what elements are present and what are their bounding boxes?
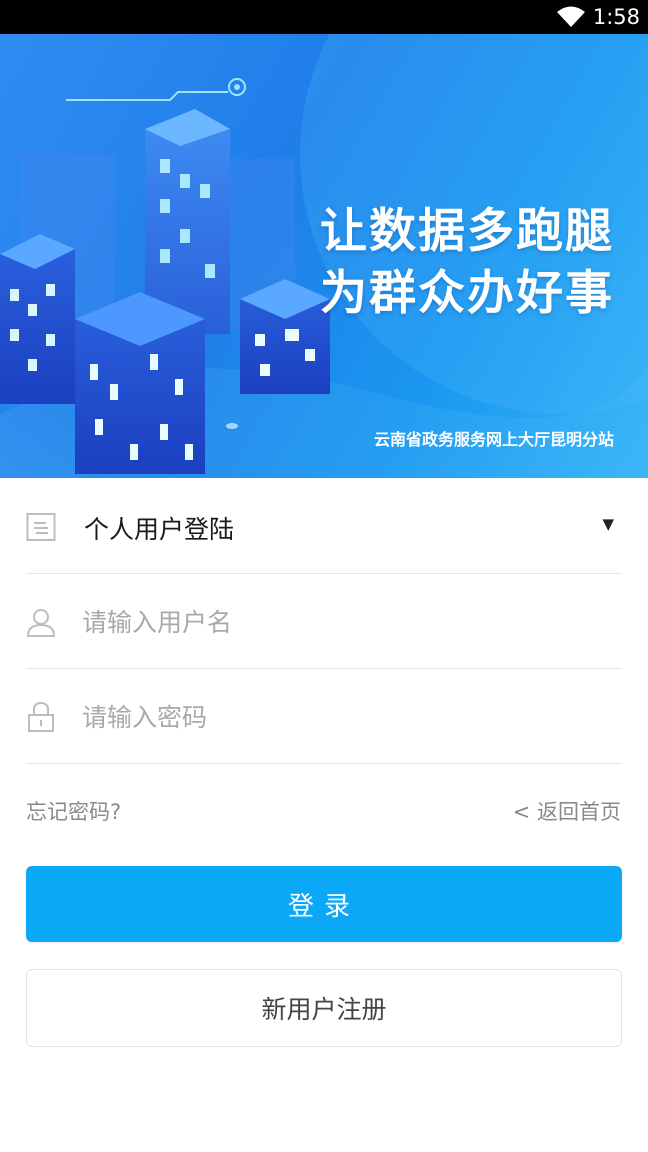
password-row: [26, 669, 622, 764]
slogan-line-2: 为群众办好事: [320, 266, 614, 321]
user-type-select[interactable]: 个人用户登陆 ▼: [26, 479, 622, 574]
hero-banner: 让数据多跑腿 为群众办好事 云南省政务服务网上大厅昆明分站: [0, 34, 648, 478]
status-time: 1:58: [592, 5, 640, 29]
slogan-line-1: 让数据多跑腿: [320, 204, 614, 259]
forgot-password-link[interactable]: 忘记密码?: [26, 796, 121, 826]
banner-subtitle: 云南省政务服务网上大厅昆明分站: [373, 430, 614, 449]
password-input[interactable]: [80, 693, 604, 741]
username-row: [26, 574, 622, 669]
caret-down-icon: ▼: [602, 515, 614, 533]
wifi-icon: [557, 6, 585, 27]
user-icon: [26, 609, 56, 637]
username-input[interactable]: [80, 598, 604, 646]
status-bar: 1:58: [0, 0, 648, 34]
user-type-label: 个人用户登陆: [84, 515, 235, 544]
back-home-link[interactable]: < 返回首页: [513, 796, 621, 826]
login-button[interactable]: 登录: [26, 866, 622, 942]
lock-icon: [28, 701, 54, 732]
id-card-icon: [26, 513, 56, 541]
register-button[interactable]: 新用户注册: [26, 969, 622, 1047]
